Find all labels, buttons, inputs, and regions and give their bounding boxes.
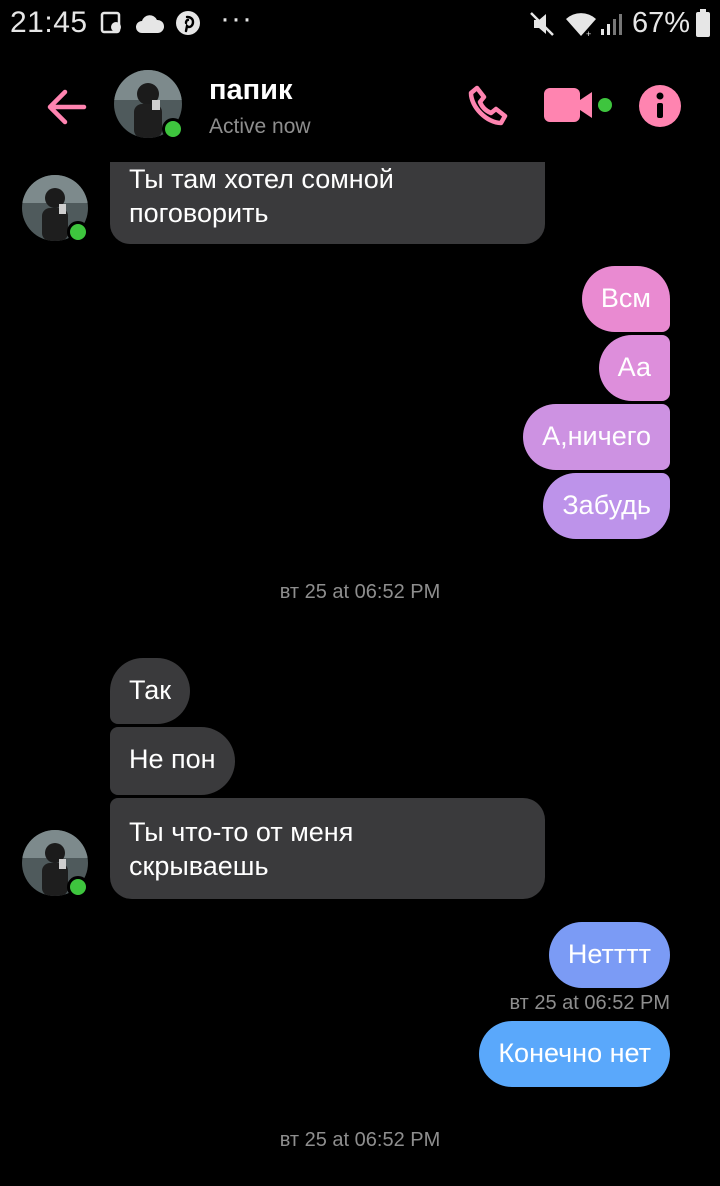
- more-notifications: ···: [220, 2, 253, 35]
- signal-icon: [600, 12, 624, 41]
- chat-header: папик Active now: [0, 52, 720, 162]
- timestamp: вт 25 at 06:52 PM: [279, 581, 441, 603]
- mute-icon: [528, 10, 556, 43]
- wifi-icon: +: [564, 10, 598, 43]
- video-camera-icon: [544, 88, 612, 122]
- message-outgoing[interactable]: Всм: [581, 266, 670, 332]
- online-indicator: [67, 876, 89, 898]
- message-outgoing[interactable]: Забудь: [543, 473, 670, 539]
- pinterest-icon: [175, 10, 201, 41]
- message-incoming[interactable]: Не пон: [110, 727, 235, 795]
- online-indicator: [67, 221, 89, 243]
- info-icon: [639, 85, 681, 127]
- battery-icon: [696, 9, 710, 42]
- info-button[interactable]: [638, 84, 682, 133]
- timestamp: вт 25 at 06:52 PM: [279, 1129, 441, 1151]
- cloud-icon: [135, 14, 165, 39]
- contact-name[interactable]: папик: [209, 74, 293, 107]
- arrow-left-icon: [47, 89, 87, 125]
- video-call-button[interactable]: [544, 86, 614, 131]
- message-incoming[interactable]: Ты что-то от меня скрываешь: [110, 798, 545, 899]
- online-indicator: [162, 118, 184, 140]
- message-outgoing[interactable]: Аа: [598, 335, 670, 401]
- phone-icon: [468, 85, 508, 126]
- battery-percent: 67%: [632, 7, 691, 39]
- message-outgoing[interactable]: А,ничего: [523, 404, 670, 470]
- message-outgoing[interactable]: Конечно нет: [479, 1021, 670, 1087]
- message-outgoing[interactable]: Нетттт: [548, 922, 670, 988]
- screen-record-icon: [100, 10, 124, 41]
- contact-status: Active now: [209, 115, 311, 138]
- status-bar: 21:45 ··· + 67%: [0, 0, 720, 52]
- timestamp: вт 25 at 06:52 PM: [509, 992, 670, 1014]
- back-button[interactable]: [44, 84, 90, 130]
- svg-text:+: +: [586, 29, 591, 38]
- audio-call-button[interactable]: [468, 85, 510, 132]
- status-time: 21:45: [10, 6, 88, 39]
- message-incoming[interactable]: Так: [110, 658, 191, 724]
